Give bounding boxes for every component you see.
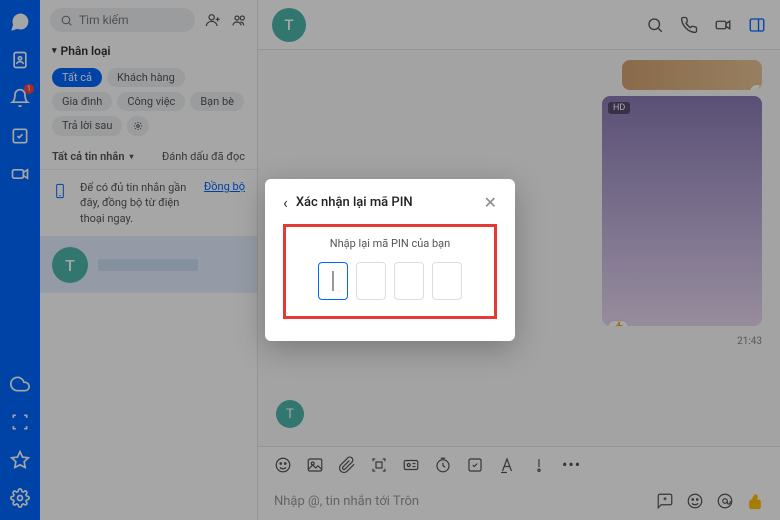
dialog-close-icon[interactable]: ✕	[484, 193, 497, 212]
pin-digit-input[interactable]	[394, 262, 424, 300]
pin-confirm-dialog: ‹ Xác nhận lại mã PIN ✕ Nhập lại mã PIN …	[265, 179, 515, 341]
pin-input-group	[294, 262, 486, 300]
pin-digit-input[interactable]	[432, 262, 462, 300]
dialog-title: Xác nhận lại mã PIN	[296, 195, 476, 210]
pin-digit-input[interactable]	[318, 262, 348, 300]
modal-overlay[interactable]: ‹ Xác nhận lại mã PIN ✕ Nhập lại mã PIN …	[0, 0, 780, 520]
pin-digit-input[interactable]	[356, 262, 386, 300]
dialog-highlighted-body: Nhập lại mã PIN của bạn	[283, 224, 497, 319]
dialog-subtitle: Nhập lại mã PIN của bạn	[294, 237, 486, 250]
dialog-back-icon[interactable]: ‹	[283, 193, 288, 212]
